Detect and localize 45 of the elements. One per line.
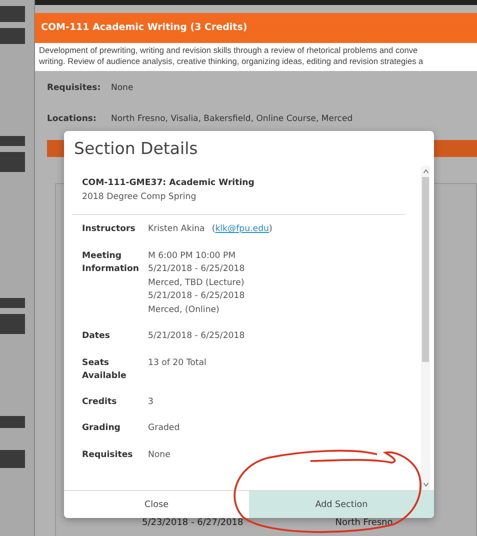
detail-label: Credits (81, 396, 118, 408)
email-link[interactable]: (klk@fpu.edu) (212, 224, 272, 234)
close-button[interactable]: Close (64, 491, 249, 518)
add-section-button[interactable]: Add Section (249, 491, 434, 518)
detail-label: Requisites (81, 448, 134, 462)
detail-value: Kristen Akina (148, 224, 205, 234)
section-term: 2018 Degree Comp Spring (81, 192, 198, 202)
detail-value: 13 of 20 Total (148, 358, 206, 368)
detail-value: M 6:00 PM 10:00 PM (148, 250, 236, 260)
detail-value: None (148, 450, 170, 460)
sidebar-tab[interactable] (0, 136, 25, 146)
detail-value: Merced, (Online) (148, 304, 220, 314)
sidebar-tab[interactable] (0, 314, 25, 334)
sidebar-tab[interactable] (0, 28, 25, 44)
detail-label: Instructors (81, 223, 136, 236)
section-location: North Fresno (335, 518, 393, 528)
detail-value: Graded (148, 423, 180, 433)
field-label: Requisites: (47, 82, 101, 95)
course-description-line: Development of prewriting, writing and revision skills through a review of rhetorical problems and conve (39, 45, 418, 55)
detail-label: Seats Available (81, 356, 128, 382)
section-title: COM-111-GME37: Academic Writing (81, 178, 256, 188)
detail-value: 5/21/2018 - 6/25/2018 (148, 331, 245, 341)
field-label: Locations: (47, 113, 98, 126)
detail-value: 3 (148, 396, 154, 406)
detail-label: Grading (81, 422, 122, 435)
scrollbar-thumb[interactable] (422, 177, 429, 362)
scroll-down-icon[interactable] (422, 482, 428, 487)
detail-label: Dates (81, 330, 111, 343)
sidebar-tab[interactable] (0, 416, 25, 428)
sidebar-tab[interactable] (0, 152, 25, 172)
course-title: COM-111 Academic Writing (3 Credits) (41, 22, 248, 33)
sidebar-tab[interactable] (0, 450, 25, 468)
detail-label: Meeting Information (81, 250, 140, 276)
sidebar-tab[interactable] (0, 298, 25, 308)
section-dates: 5/23/2018 - 6/27/2018 (142, 518, 244, 528)
sidebar-tab[interactable] (0, 6, 25, 22)
field-value: North Fresno, Visalia, Bakersfield, Online Course, Merced (111, 113, 353, 126)
detail-value: Merced, TBD (Lecture) (148, 278, 244, 288)
field-value: None (111, 82, 134, 95)
course-description-line: writing. Review of audience analysis, creative thinking, organizing ideas, editing and revision strategies a (39, 56, 424, 66)
detail-value: 5/21/2018 - 6/25/2018 (148, 264, 245, 274)
dialog-title: Section Details (73, 138, 199, 160)
detail-value: 5/21/2018 - 6/25/2018 (148, 291, 245, 301)
scroll-up-icon[interactable] (422, 169, 428, 174)
scrollbar[interactable] (421, 166, 430, 490)
